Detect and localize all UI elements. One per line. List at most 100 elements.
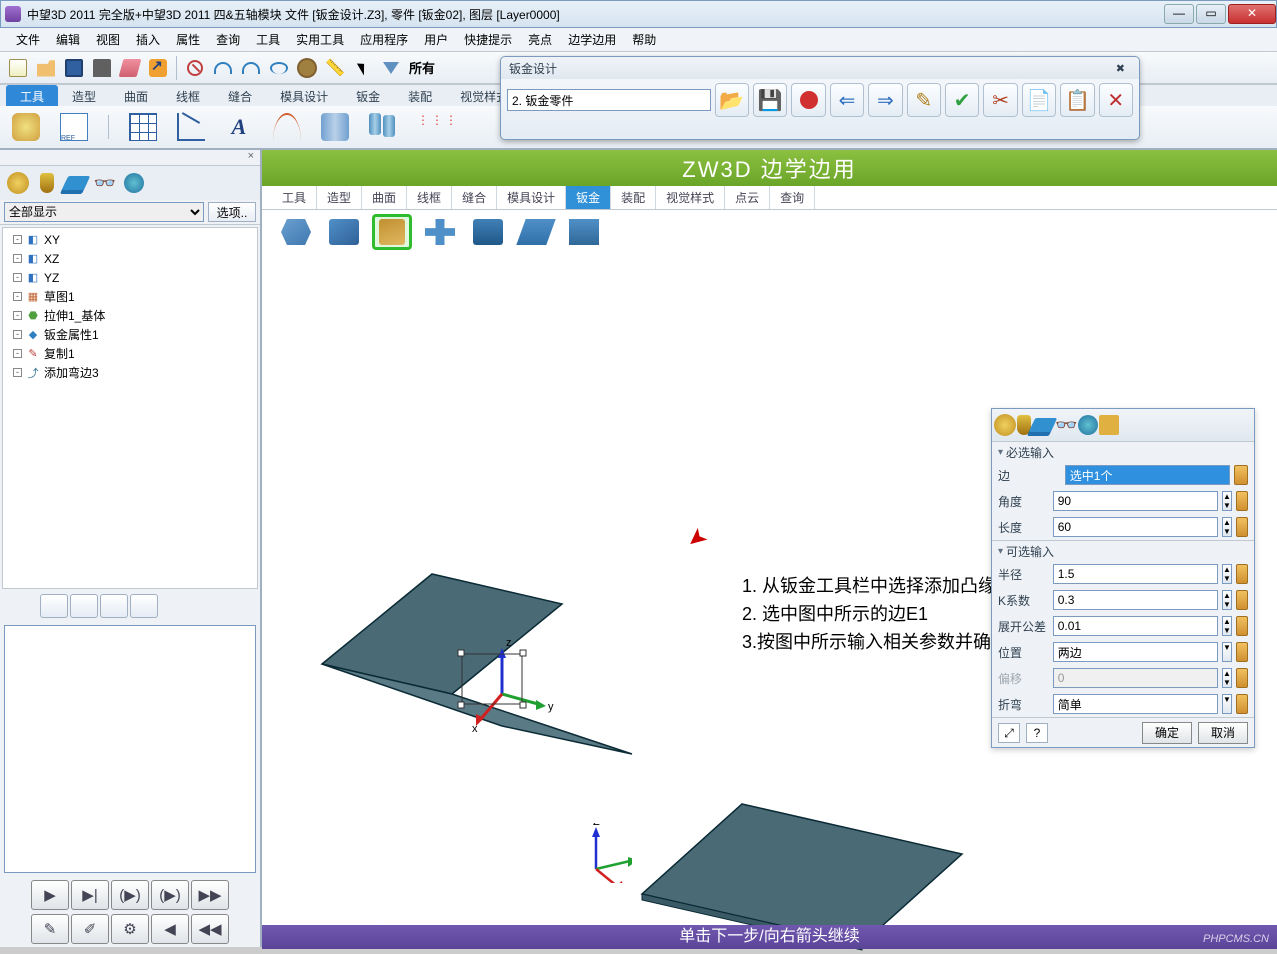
pp-help-button[interactable]: ? <box>1026 723 1048 743</box>
ribbon-text-button[interactable]: A <box>221 109 257 145</box>
float-copy-button[interactable]: 📄 <box>1022 83 1056 117</box>
maximize-button[interactable]: ▭ <box>1196 4 1226 24</box>
vp-tab-surface[interactable]: 曲面 <box>362 186 407 209</box>
pp-bend-drop[interactable]: ▼ <box>1222 694 1232 714</box>
menu-quick[interactable]: 快捷提示 <box>456 28 520 51</box>
refresh-button[interactable] <box>266 55 292 81</box>
options-button[interactable]: 选项.. <box>208 202 256 222</box>
menu-highlight[interactable]: 亮点 <box>520 28 560 51</box>
settings-button[interactable] <box>294 55 320 81</box>
play-button[interactable]: ▶ <box>31 880 69 910</box>
pp-radius-spin[interactable]: ▲▼ <box>1222 564 1232 584</box>
ribbon-cyl-button[interactable] <box>317 109 353 145</box>
menu-props[interactable]: 属性 <box>168 28 208 51</box>
measure-button[interactable]: 📏 <box>322 55 348 81</box>
float-paste-button[interactable]: 📋 <box>1060 83 1094 117</box>
ribbon-tab-sheet[interactable]: 钣金 <box>342 85 394 106</box>
menu-file[interactable]: 文件 <box>8 28 48 51</box>
vp-tab-wire[interactable]: 线框 <box>407 186 452 209</box>
tree-node-yz[interactable]: -◧YZ <box>3 268 257 287</box>
sb-mid-2[interactable] <box>70 594 98 618</box>
vp-tool-7[interactable] <box>564 214 604 250</box>
float-record-button[interactable] <box>791 83 825 117</box>
pp-radius-calc[interactable] <box>1236 564 1248 584</box>
tree-node-copy[interactable]: -✎复制1 <box>3 344 257 363</box>
vp-tool-6[interactable] <box>516 214 556 250</box>
tree-node-xz[interactable]: -◧XZ <box>3 249 257 268</box>
menu-utils[interactable]: 实用工具 <box>288 28 352 51</box>
vp-tab-sheet[interactable]: 钣金 <box>566 186 611 209</box>
ribbon-ref-button[interactable] <box>56 109 92 145</box>
ribbon-tab-tools[interactable]: 工具 <box>6 85 58 106</box>
pp-world-button[interactable] <box>1078 415 1098 435</box>
property-panel[interactable]: 👓 必选输入 边 角度▲▼ 长度▲▼ 可选输入 半径▲▼ K系数▲▼ 展开公差▲… <box>991 408 1255 748</box>
vp-tool-2[interactable] <box>324 214 364 250</box>
menu-user[interactable]: 用户 <box>416 28 456 51</box>
pp-angle-spin[interactable]: ▲▼ <box>1222 491 1232 511</box>
vp-tab-heal[interactable]: 缝合 <box>452 186 497 209</box>
float-prev-button[interactable]: ⇐ <box>830 83 864 117</box>
menu-help[interactable]: 帮助 <box>624 28 664 51</box>
pp-note-button[interactable] <box>1099 415 1119 435</box>
pp-angle-calc[interactable] <box>1236 491 1248 511</box>
pp-length-calc[interactable] <box>1236 517 1248 537</box>
tree-node-sketch[interactable]: -▦草图1 <box>3 287 257 306</box>
pp-pos-calc[interactable] <box>1236 642 1248 662</box>
erase-button[interactable] <box>117 55 143 81</box>
sb-glasses-button[interactable]: 👓 <box>91 169 119 197</box>
pp-edge-pick[interactable] <box>1234 465 1248 485</box>
tree-node-xy[interactable]: -◧XY <box>3 230 257 249</box>
pp-bend-calc[interactable] <box>1236 694 1248 714</box>
exit-button[interactable] <box>145 55 171 81</box>
tool3-button[interactable]: ⚙ <box>111 914 149 944</box>
float-close-button[interactable]: ✖ <box>1110 62 1131 75</box>
pp-pos-drop[interactable]: ▼ <box>1222 642 1232 662</box>
end-button[interactable]: ▶▶ <box>191 880 229 910</box>
vp-tab-cloud[interactable]: 点云 <box>725 186 770 209</box>
menu-tools[interactable]: 工具 <box>248 28 288 51</box>
pp-radius-input[interactable] <box>1053 564 1218 584</box>
pp-section-optional[interactable]: 可选输入 <box>992 541 1254 561</box>
pp-angle-input[interactable] <box>1053 491 1218 511</box>
pp-tol-spin[interactable]: ▲▼ <box>1222 616 1232 636</box>
back-button[interactable]: ◀ <box>151 914 189 944</box>
ribbon-tab-asm[interactable]: 装配 <box>394 85 446 106</box>
close-button[interactable]: ✕ <box>1228 4 1276 24</box>
skip-fwd-button[interactable]: (▶) <box>111 880 149 910</box>
float-delete-button[interactable]: ✕ <box>1099 83 1133 117</box>
tool1-button[interactable]: ✎ <box>31 914 69 944</box>
menu-view[interactable]: 视图 <box>88 28 128 51</box>
redo-button[interactable] <box>238 55 264 81</box>
sb-mid-1[interactable] <box>40 594 68 618</box>
ribbon-tab-model[interactable]: 造型 <box>58 85 110 106</box>
pp-tol-calc[interactable] <box>1236 616 1248 636</box>
vp-tool-5[interactable] <box>468 214 508 250</box>
menu-insert[interactable]: 插入 <box>128 28 168 51</box>
ribbon-2cyl-button[interactable] <box>365 109 401 145</box>
ribbon-paint-button[interactable] <box>8 109 44 145</box>
sheetmetal-floating-panel[interactable]: 钣金设计✖ 📂 💾 ⇐ ⇒ ✎ ✔ ✂ 📄 📋 ✕ <box>500 56 1140 140</box>
pp-layers-button[interactable] <box>1032 418 1054 432</box>
sb-mid-4[interactable] <box>130 594 158 618</box>
pp-k-calc[interactable] <box>1236 590 1248 610</box>
minimize-button[interactable]: — <box>1164 4 1194 24</box>
pp-bend-select[interactable] <box>1053 694 1218 714</box>
pp-edge-input[interactable] <box>1065 465 1230 485</box>
sb-lamp-button[interactable] <box>33 169 61 197</box>
pp-section-required[interactable]: 必选输入 <box>992 442 1254 462</box>
vp-tab-visual[interactable]: 视觉样式 <box>656 186 725 209</box>
pp-lamp-button[interactable] <box>1017 415 1031 435</box>
display-filter-select[interactable]: 全部显示 <box>4 202 204 222</box>
pp-length-input[interactable] <box>1053 517 1218 537</box>
menu-learn[interactable]: 边学边用 <box>560 28 624 51</box>
float-edit-button[interactable]: ✎ <box>907 83 941 117</box>
step-fwd-button[interactable]: ▶| <box>71 880 109 910</box>
ribbon-tab-surface[interactable]: 曲面 <box>110 85 162 106</box>
menu-edit[interactable]: 编辑 <box>48 28 88 51</box>
menu-query[interactable]: 查询 <box>208 28 248 51</box>
vp-tab-model[interactable]: 造型 <box>317 186 362 209</box>
vp-tool-4[interactable] <box>420 214 460 250</box>
open-button[interactable] <box>33 55 59 81</box>
rewind-button[interactable]: ◀◀ <box>191 914 229 944</box>
ribbon-tab-wire[interactable]: 线框 <box>162 85 214 106</box>
